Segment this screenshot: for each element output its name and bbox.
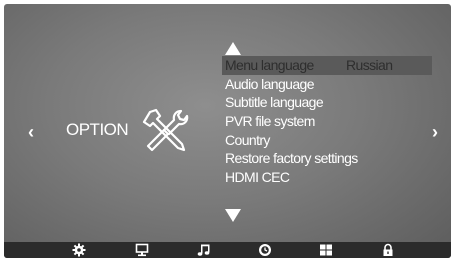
- scroll-up-arrow-icon[interactable]: [225, 42, 241, 55]
- left-arrow-icon[interactable]: ‹: [28, 123, 34, 141]
- menu-item-audio-language[interactable]: Audio language: [222, 75, 432, 94]
- bottom-navigation-bar: [4, 242, 451, 258]
- menu-item-value: Russian: [346, 57, 393, 73]
- settings-menu: Menu language Russian Audio language Sub…: [222, 56, 432, 187]
- music-note-icon[interactable]: [197, 243, 211, 257]
- grid-icon[interactable]: [319, 243, 333, 257]
- clock-icon[interactable]: [258, 243, 272, 257]
- menu-item-hdmi-cec[interactable]: HDMI CEC: [222, 168, 432, 187]
- tv-menu-screen: ‹ › OPTION Menu language Russian Audio l…: [4, 4, 451, 258]
- menu-item-menu-language[interactable]: Menu language Russian: [222, 56, 432, 75]
- right-arrow-icon[interactable]: ›: [432, 123, 438, 141]
- menu-item-subtitle-language[interactable]: Subtitle language: [222, 93, 432, 112]
- menu-item-country[interactable]: Country: [222, 131, 432, 150]
- menu-item-restore-factory-settings[interactable]: Restore factory settings: [222, 149, 432, 168]
- gear-icon[interactable]: [72, 243, 86, 257]
- menu-item-label: Menu language: [225, 57, 314, 73]
- tools-icon: [142, 108, 189, 152]
- section-title: OPTION: [66, 120, 129, 139]
- scroll-down-arrow-icon[interactable]: [225, 209, 241, 222]
- menu-item-pvr-file-system[interactable]: PVR file system: [222, 112, 432, 131]
- monitor-icon[interactable]: [135, 243, 149, 257]
- lock-icon[interactable]: [381, 243, 395, 257]
